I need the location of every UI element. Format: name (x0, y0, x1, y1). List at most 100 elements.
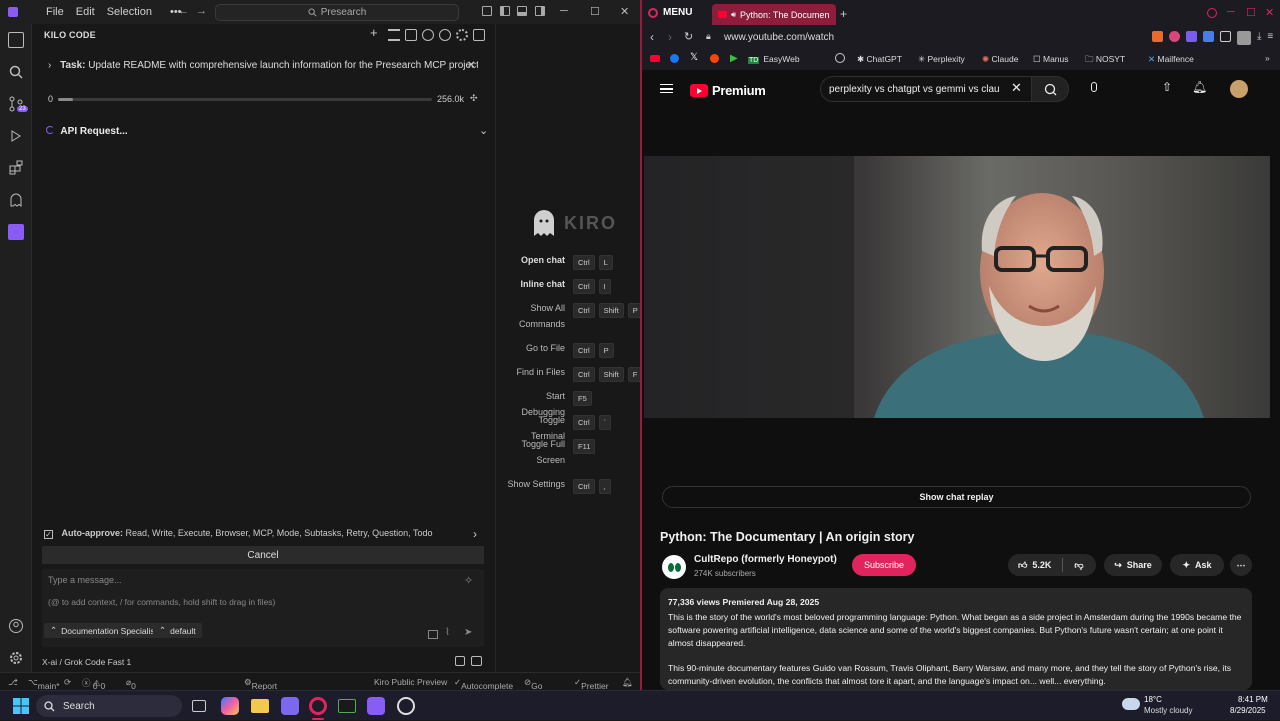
chevron-right-icon[interactable]: › (48, 60, 51, 71)
autocomplete-toggle[interactable]: ✓ Autocomplete (454, 677, 513, 691)
send-icon[interactable]: ➤ (464, 627, 472, 638)
bookmark-manus[interactable]: ☐ Manus (1033, 54, 1069, 65)
ports-indicator[interactable]: ⌀ 0 (126, 677, 136, 691)
weather-icon[interactable] (1122, 698, 1140, 710)
marketplace-icon[interactable] (405, 29, 417, 41)
problems-indicator[interactable]: ⓧ 0 ⚠ 0 (82, 677, 105, 691)
run-debug-icon[interactable] (8, 128, 24, 144)
video-description[interactable]: 77,336 views Premiered Aug 28, 2025 This… (660, 588, 1252, 690)
close-task-icon[interactable]: ✕ (467, 60, 475, 71)
auto-approve-row[interactable]: ✓ Auto-approve: Read, Write, Execute, Br… (44, 528, 484, 539)
maximize-icon[interactable]: ☐ (1246, 6, 1256, 19)
enhance-prompt-icon[interactable]: ✧ (464, 574, 473, 587)
toggle-panel-icon[interactable] (517, 6, 527, 16)
command-center[interactable]: Presearch (215, 4, 459, 21)
like-button[interactable]: 👍︎ 5.2K (1018, 560, 1051, 571)
reddit-bookmark-icon[interactable] (710, 54, 719, 63)
extension-blue-icon[interactable] (1203, 31, 1214, 42)
clock-time[interactable]: 8:41 PM (1238, 695, 1268, 704)
search-input[interactable]: perplexity vs chatgpt vs gemmi vs clau (829, 84, 1000, 95)
back-icon[interactable]: ‹ (650, 30, 654, 44)
copilot-icon[interactable] (221, 697, 239, 715)
history-clock-icon[interactable] (422, 29, 434, 41)
sync-icon[interactable]: ⟳ (64, 677, 71, 688)
url-field[interactable]: www.youtube.com/watch (724, 32, 834, 43)
extension-fox-icon[interactable] (1152, 31, 1163, 42)
kiro-ghost-icon[interactable] (8, 192, 24, 208)
youtube-bookmark-icon[interactable] (650, 55, 660, 62)
menu-selection[interactable]: Selection (101, 6, 158, 18)
task-header[interactable]: › Task: Update README with comprehensive… (48, 60, 478, 71)
reload-icon[interactable]: ↻ (684, 30, 693, 43)
close-icon[interactable]: ✕ (620, 5, 629, 18)
new-tab-plus-icon[interactable]: + (840, 7, 847, 21)
chevron-right-icon[interactable]: › (473, 527, 477, 541)
x-bookmark-icon[interactable]: 𝕏 (690, 52, 698, 63)
model-label[interactable]: X-ai / Grok Code Fast 1 (42, 657, 131, 667)
create-upload-icon[interactable]: ⇧ (1162, 80, 1172, 94)
attach-icon[interactable]: ⌇ (445, 627, 450, 638)
microphone-icon[interactable] (1091, 82, 1097, 92)
menu-edit[interactable]: Edit (70, 6, 101, 18)
remote-icon[interactable]: ⎇ (8, 677, 18, 688)
api-request-row[interactable]: API Request... (46, 126, 128, 137)
profile-selector[interactable]: ⌃ default (153, 623, 202, 638)
settings-gear-icon[interactable] (8, 650, 24, 666)
show-chat-replay-button[interactable]: Show chat replay (662, 486, 1251, 508)
file-explorer-icon[interactable] (251, 699, 269, 713)
clock-date[interactable]: 8/29/2025 (1230, 706, 1266, 715)
kilo-mascot-icon[interactable] (455, 656, 465, 666)
share-button[interactable]: ↪ Share (1104, 554, 1162, 576)
nav-forward-icon[interactable]: → (196, 5, 207, 17)
nav-back-icon[interactable]: ← (178, 5, 189, 17)
notifications-bell-icon[interactable]: 🔔︎ (1192, 80, 1207, 94)
open-in-editor-icon[interactable] (473, 29, 485, 41)
download-icon[interactable]: ⤓ (1257, 31, 1261, 45)
taskbar-search[interactable]: Search (36, 695, 182, 717)
search-button[interactable] (1031, 76, 1069, 102)
dislike-button[interactable]: 👎︎ (1074, 560, 1083, 571)
history-list-icon[interactable] (388, 29, 400, 41)
toggle-secondary-icon[interactable] (535, 6, 545, 16)
forward-icon[interactable]: › (668, 30, 672, 44)
terminal-icon[interactable] (338, 699, 356, 713)
windows-start-icon[interactable] (12, 697, 30, 715)
video-player[interactable] (644, 156, 1270, 418)
report-bug-link[interactable]: ⚙ Report a bug / Suggest an idea (244, 677, 283, 721)
github-desktop-icon[interactable] (397, 697, 415, 715)
bookmark-claude[interactable]: ✺ Claude (982, 54, 1018, 65)
go-live-button[interactable]: ⊘ Go Live (524, 677, 547, 701)
account-icon[interactable] (8, 618, 24, 634)
feedback-icon[interactable] (471, 656, 482, 666)
cancel-button[interactable]: Cancel (42, 546, 484, 564)
settings-gear-icon[interactable] (456, 29, 468, 41)
kiro-taskbar-icon[interactable] (367, 697, 385, 715)
bookmark-nosyt[interactable]: 🗀︎ NOSYT (1085, 54, 1125, 68)
profile-avatar[interactable] (1237, 31, 1251, 45)
add-image-icon[interactable] (428, 630, 438, 639)
explorer-icon[interactable] (8, 32, 24, 48)
search-icon[interactable] (8, 64, 24, 80)
opera-taskbar-icon[interactable] (309, 697, 327, 715)
kilo-code-icon[interactable] (8, 224, 24, 240)
extensions-puzzle-icon[interactable] (1220, 31, 1231, 42)
maximize-icon[interactable]: ☐ (590, 5, 600, 18)
context-info-icon[interactable]: ✣ (470, 93, 478, 104)
search-tabs-icon[interactable] (1207, 8, 1217, 18)
subscribe-button[interactable]: Subscribe (852, 554, 916, 576)
auto-approve-checkbox[interactable]: ✓ (44, 530, 53, 539)
menu-lines-icon[interactable]: ≡ (1267, 31, 1273, 45)
bookmarks-overflow-icon[interactable]: » (1265, 53, 1270, 63)
user-avatar[interactable] (1230, 80, 1248, 98)
clear-search-icon[interactable]: ✕ (1011, 80, 1022, 96)
opera-menu-button[interactable]: MENU (648, 7, 692, 18)
extension-pink-icon[interactable] (1169, 31, 1180, 42)
channel-avatar[interactable] (662, 555, 686, 579)
notifications-bell-icon[interactable]: 🔔︎ (622, 677, 633, 688)
minimize-icon[interactable]: ─ (560, 5, 568, 17)
message-input[interactable]: Type a message... (48, 575, 122, 585)
mode-selector[interactable]: ⌃ Documentation Specialist (44, 623, 164, 638)
wordpress-bookmark-icon[interactable] (835, 53, 845, 63)
menu-file[interactable]: File (40, 6, 70, 18)
rumble-bookmark-icon[interactable]: ▶ (730, 53, 738, 64)
